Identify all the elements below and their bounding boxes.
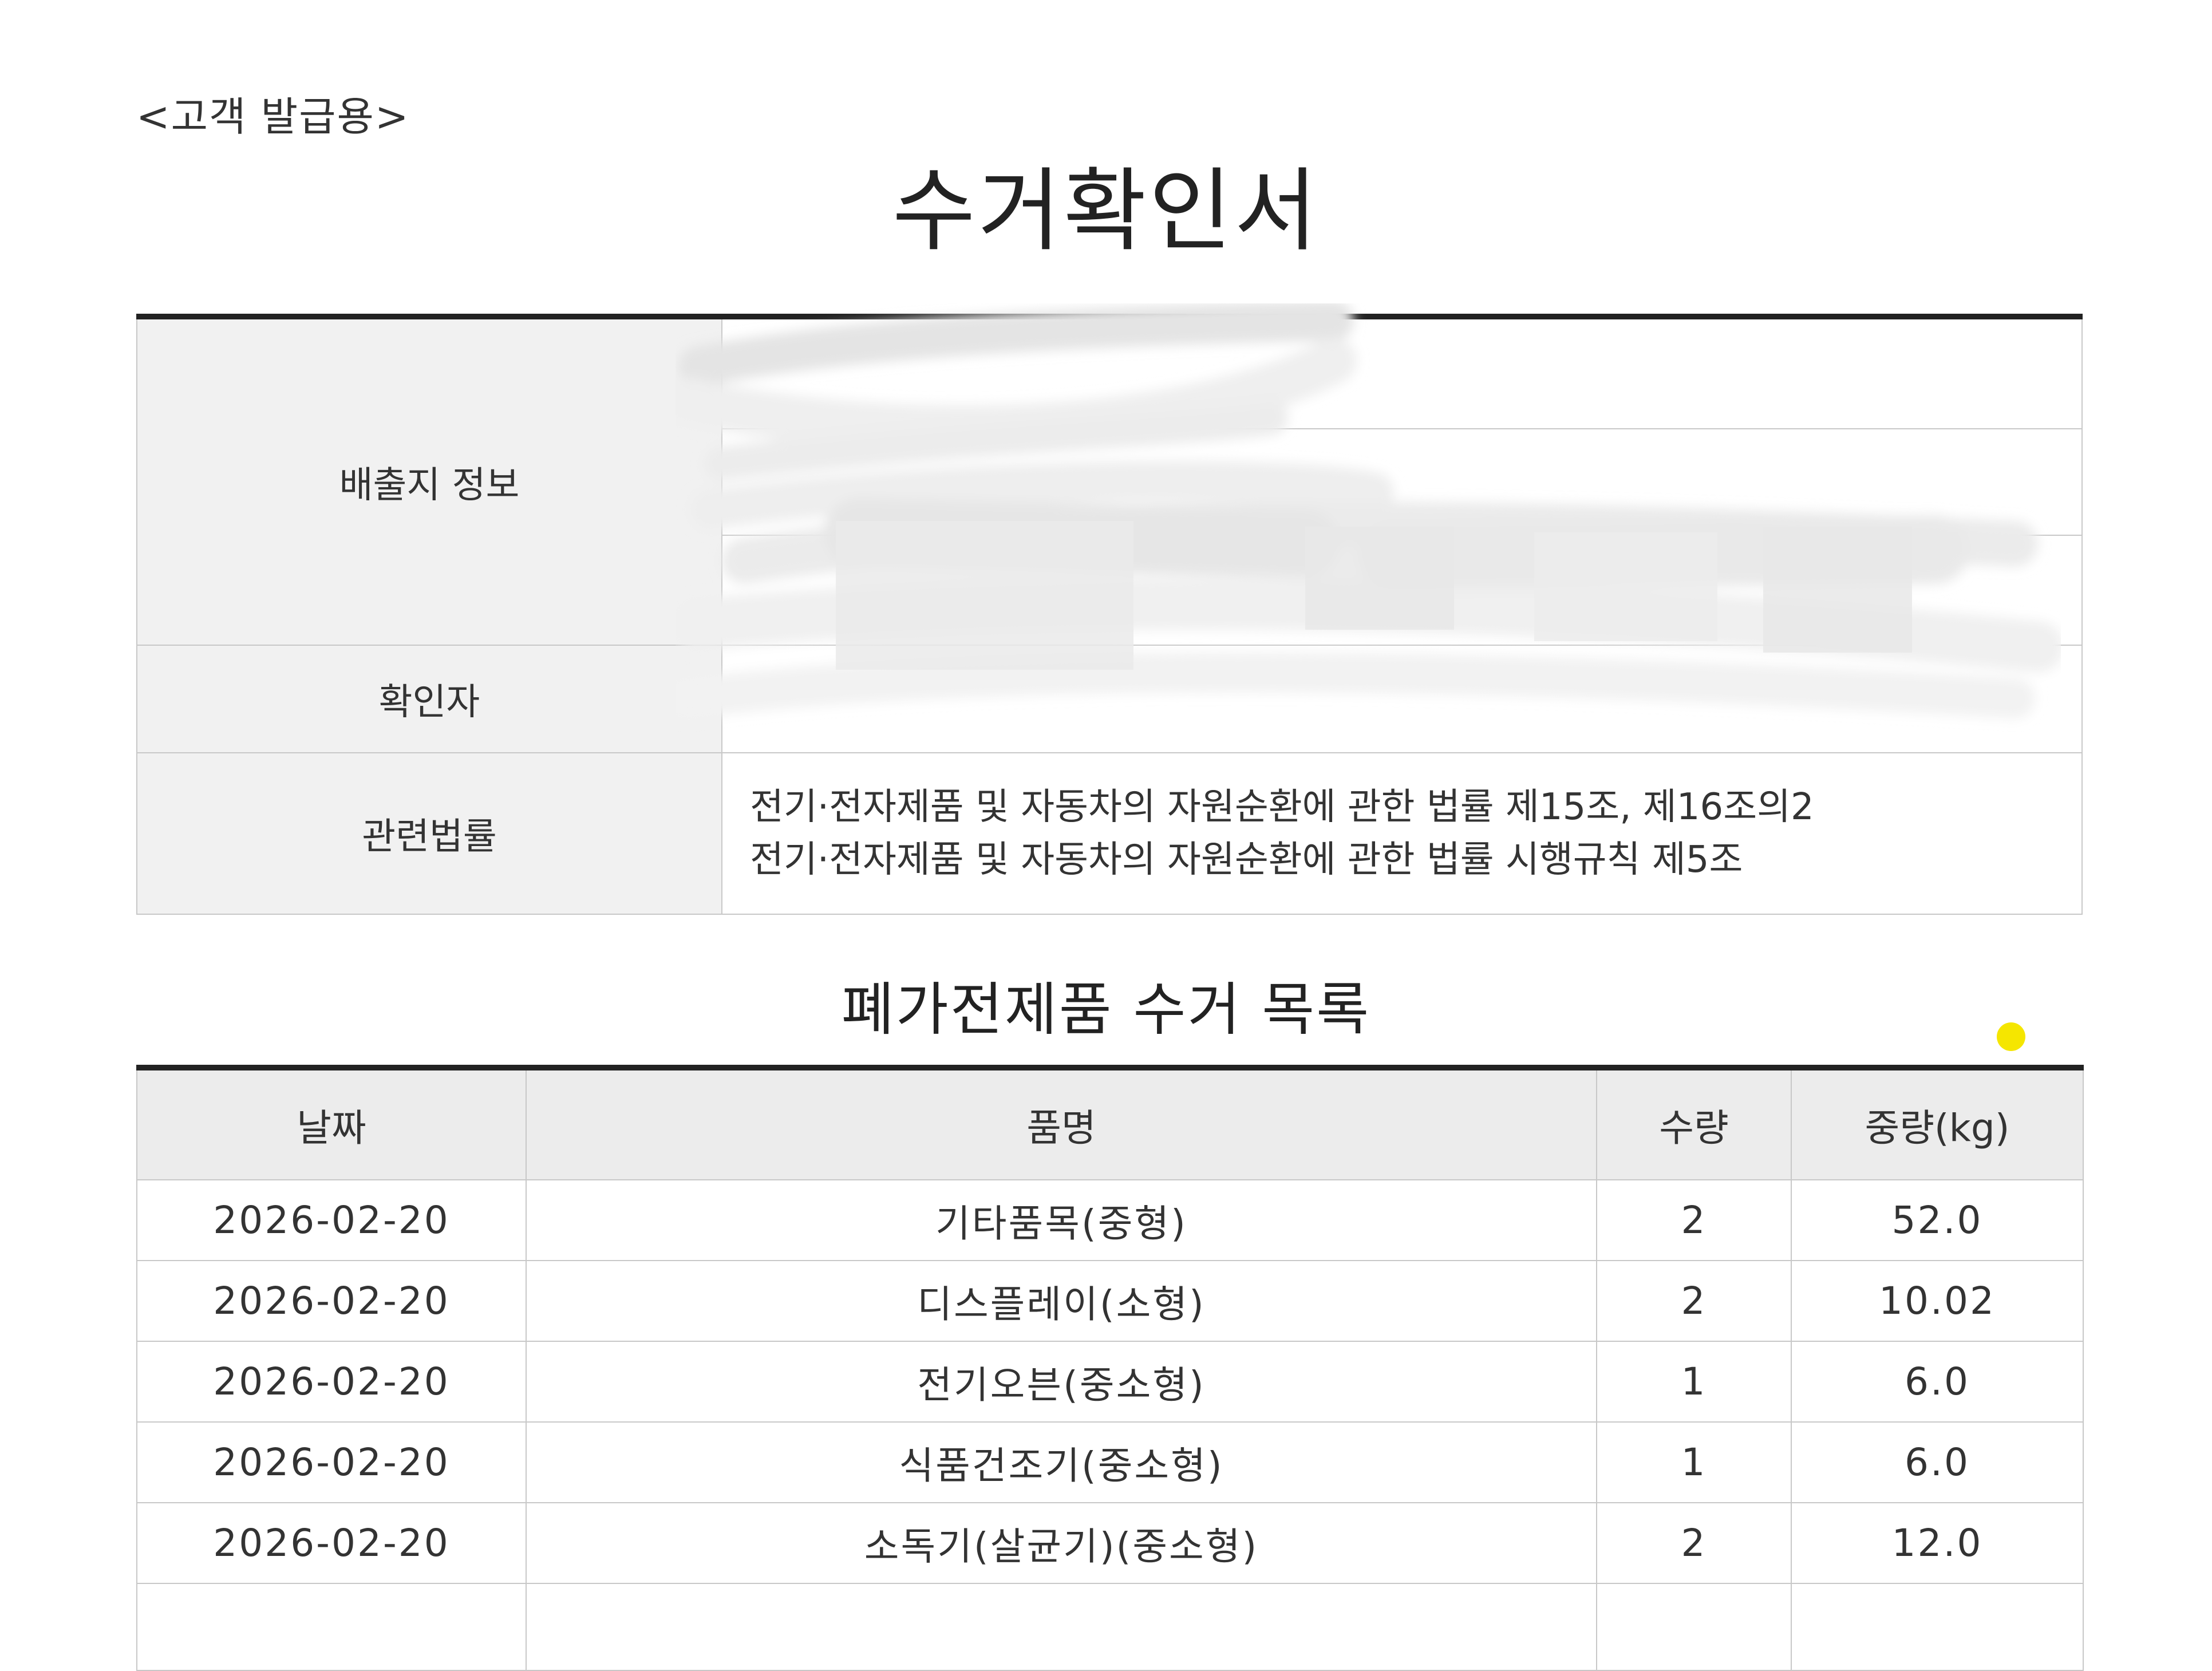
cell-quantity: 2 (1596, 1502, 1792, 1584)
document-page: <고객 발급용> 수거확인서 배출지 정보 확인자 관련법률 전기·전자제품 및… (0, 0, 2212, 1671)
discharge-value-1 (721, 316, 2083, 429)
confirmer-label: 확인자 (136, 645, 722, 753)
discharge-value-3 (721, 535, 2083, 646)
table-row-empty (136, 1583, 2084, 1671)
info-table: 배출지 정보 확인자 관련법률 전기·전자제품 및 자동차의 자원순환에 관한 … (136, 314, 2083, 915)
cell-date: 2026-02-20 (136, 1341, 527, 1423)
table-row: 2026-02-20 디스플레이(소형) 2 10.02 (136, 1260, 2084, 1342)
cell-quantity: 2 (1596, 1260, 1792, 1342)
law-line-1: 전기·전자제품 및 자동차의 자원순환에 관한 법률 제15조, 제16조의2 (750, 786, 1814, 828)
yellow-marker-dot (1997, 1022, 2025, 1051)
cell-quantity: 2 (1596, 1179, 1792, 1261)
info-row: 확인자 (136, 645, 2083, 753)
cell-weight: 6.0 (1791, 1341, 2084, 1423)
copy-type-label: <고객 발급용> (136, 93, 410, 140)
cell-date: 2026-02-20 (136, 1421, 527, 1503)
table-row: 2026-02-20 식품건조기(중소형) 1 6.0 (136, 1421, 2084, 1503)
cell-item-name: 디스플레이(소형) (526, 1260, 1597, 1342)
cell-weight: 10.02 (1791, 1260, 2084, 1342)
law-value: 전기·전자제품 및 자동차의 자원순환에 관한 법률 제15조, 제16조의2 … (721, 752, 2083, 915)
table-row: 2026-02-20 소독기(살균기)(중소형) 2 12.0 (136, 1502, 2084, 1584)
info-row: 배출지 정보 (136, 316, 2083, 646)
info-row: 관련법률 전기·전자제품 및 자동차의 자원순환에 관한 법률 제15조, 제1… (136, 752, 2083, 915)
header-date: 날짜 (136, 1067, 527, 1180)
table-header-row: 날짜 품명 수량 중량(kg) (136, 1067, 2084, 1180)
header-weight: 중량(kg) (1791, 1067, 2084, 1180)
table-row: 2026-02-20 기타품목(중형) 2 52.0 (136, 1179, 2084, 1261)
cell-item-name: 전기오븐(중소형) (526, 1341, 1597, 1423)
cell-item-name: 식품건조기(중소형) (526, 1421, 1597, 1503)
document-title: 수거확인서 (892, 159, 1320, 264)
discharge-label: 배출지 정보 (136, 316, 722, 646)
cell-date: 2026-02-20 (136, 1502, 527, 1584)
table-row: 2026-02-20 전기오븐(중소형) 1 6.0 (136, 1341, 2084, 1423)
cell-date: 2026-02-20 (136, 1179, 527, 1261)
law-label: 관련법률 (136, 752, 722, 915)
cell-date: 2026-02-20 (136, 1260, 527, 1342)
cell-weight: 52.0 (1791, 1179, 2084, 1261)
discharge-value-2 (721, 428, 2083, 536)
cell-empty (1791, 1583, 2084, 1671)
cell-weight: 6.0 (1791, 1421, 2084, 1503)
cell-empty (1596, 1583, 1792, 1671)
header-quantity: 수량 (1596, 1067, 1792, 1180)
header-item-name: 품명 (526, 1067, 1597, 1180)
cell-item-name: 소독기(살균기)(중소형) (526, 1502, 1597, 1584)
confirmer-value (721, 645, 2083, 753)
cell-quantity: 1 (1596, 1341, 1792, 1423)
cell-item-name: 기타품목(중형) (526, 1179, 1597, 1261)
law-line-2: 전기·전자제품 및 자동차의 자원순환에 관한 법률 시행규칙 제5조 (750, 839, 1743, 881)
cell-empty (526, 1583, 1597, 1671)
list-title: 폐가전제품 수거 목록 (841, 976, 1371, 1043)
cell-quantity: 1 (1596, 1421, 1792, 1503)
cell-empty (136, 1583, 527, 1671)
collection-list-table: 날짜 품명 수량 중량(kg) 2026-02-20 기타품목(중형) 2 52… (136, 1065, 2084, 1671)
cell-weight: 12.0 (1791, 1502, 2084, 1584)
